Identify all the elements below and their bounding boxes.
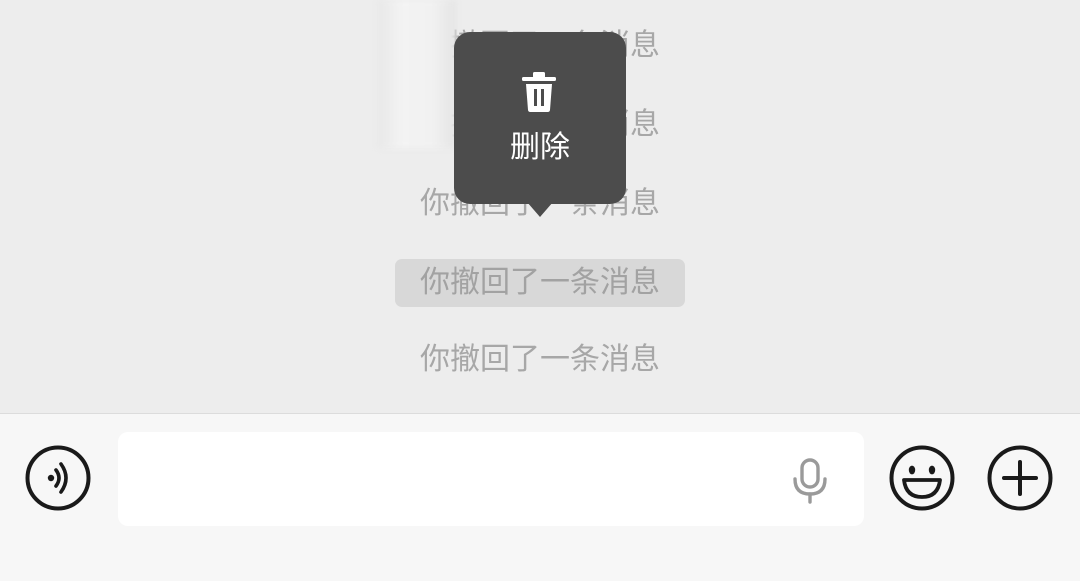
blurred-avatar-patch [378,0,456,148]
delete-menu-label: 删除 [510,130,570,165]
delete-menu-button[interactable]: 删除 [454,32,626,204]
system-message-selected[interactable]: 你撤回了一条消息 [0,259,1080,307]
microphone-icon[interactable] [791,458,829,504]
system-message-text: 你撤回了一条消息 [420,342,660,377]
emoji-icon[interactable] [889,445,955,511]
trash-icon [522,72,556,112]
plus-icon[interactable] [987,445,1053,511]
chat-input-bar [0,413,1080,581]
popup-arrow [527,202,553,217]
system-message: 你撤回了一条消息 [0,340,1080,380]
chat-message-area: 你撤回了一条消息 你撤回了一条消息 你撤回了一条消息 你撤回了一条消息 你撤回了… [0,0,1080,413]
voice-mode-icon[interactable] [25,445,91,511]
message-input[interactable] [118,432,864,526]
system-message-text: 你撤回了一条消息 [395,259,685,307]
